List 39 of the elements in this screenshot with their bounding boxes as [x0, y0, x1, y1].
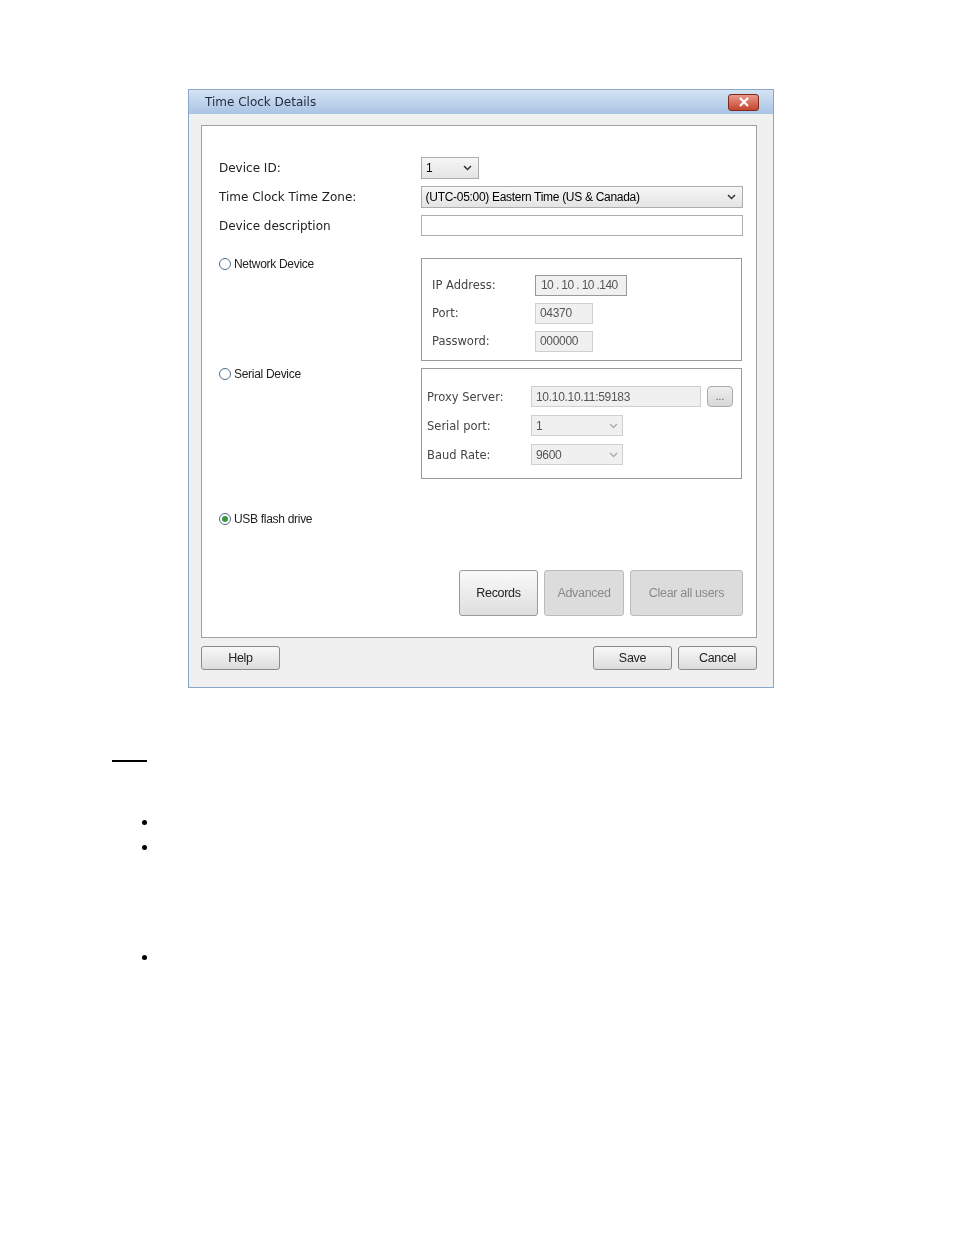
chevron-down-icon — [727, 193, 736, 200]
close-button[interactable] — [728, 93, 759, 111]
setting-label: Baud Rate: — [427, 447, 492, 462]
setting-label: IP Address: — [432, 278, 497, 292]
dropdown[interactable]: 9600 — [531, 444, 623, 465]
field-label: Time Clock Time Zone: — [219, 189, 358, 204]
dialog-button[interactable]: Help — [201, 646, 280, 670]
text-field[interactable]: 000000 — [535, 330, 593, 352]
bullet-dot — [142, 845, 147, 850]
radio-button[interactable] — [219, 368, 231, 380]
chevron-down-icon — [463, 164, 472, 171]
close-icon — [737, 97, 750, 107]
setting-label: Serial port: — [427, 418, 492, 433]
bullet-dot — [142, 820, 147, 825]
bullet-dot — [142, 955, 147, 960]
setting-label: Proxy Server: — [427, 389, 505, 404]
dropdown[interactable]: 1 — [421, 156, 479, 179]
text-field[interactable]: 10.10.10.11:59183 — [531, 386, 701, 407]
dropdown[interactable]: 1 — [531, 415, 623, 436]
radio-label: Network Device — [234, 257, 314, 271]
window-title: Time Clock Details — [205, 95, 317, 109]
radio-label: Serial Device — [234, 367, 301, 381]
browse-button[interactable]: ... — [707, 386, 733, 407]
ip-field[interactable]: 10 . 10 . 10 .140 — [535, 274, 627, 296]
field-label: Device ID: — [219, 160, 282, 175]
text-field[interactable] — [420, 215, 743, 236]
chevron-down-icon — [609, 422, 618, 429]
radio-button[interactable] — [219, 513, 231, 525]
field-label: Device description — [219, 218, 332, 233]
setting-label: Port: — [432, 306, 460, 320]
radio-button[interactable] — [219, 258, 231, 270]
dialog-button[interactable]: Save — [593, 646, 672, 670]
action-button[interactable]: Records — [459, 570, 538, 616]
dialog-button[interactable]: Cancel — [678, 646, 757, 670]
radio-label: USB flash drive — [234, 512, 313, 526]
dropdown[interactable]: (UTC-05:00) Eastern Time (US & Canada) — [420, 185, 743, 208]
setting-label: Password: — [432, 334, 491, 348]
text-field[interactable]: 04370 — [535, 302, 593, 324]
chevron-down-icon — [609, 451, 618, 458]
